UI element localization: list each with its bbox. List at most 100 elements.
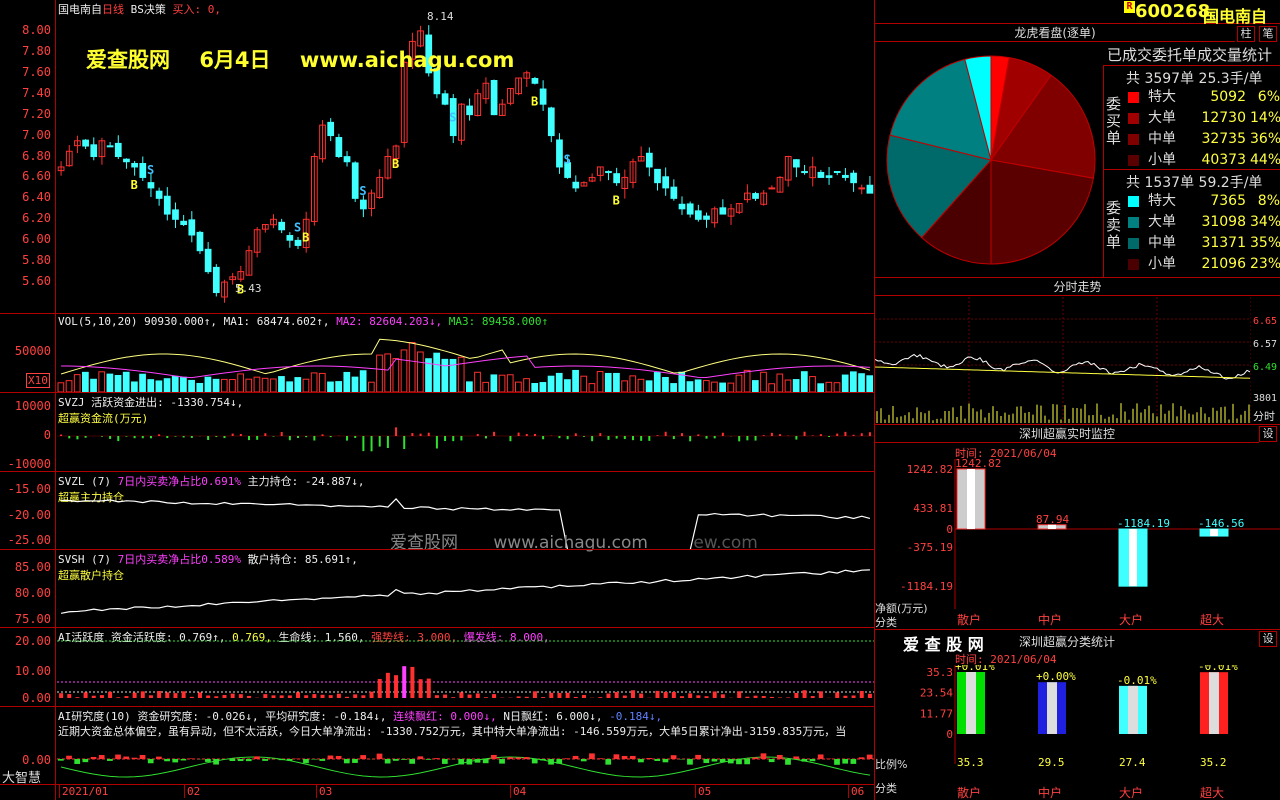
flow-bar xyxy=(297,436,300,438)
volume-bar xyxy=(131,381,138,393)
volume-bar xyxy=(800,371,808,393)
flow-bar xyxy=(574,433,577,436)
monitor-bar-chart[interactable]: 1242.82 433.81 0 -375.19 -1184.19 1242.82 散户 87… xyxy=(875,459,1280,630)
candle-body xyxy=(490,80,498,116)
research-bar xyxy=(817,754,824,759)
candle-body xyxy=(147,182,155,189)
ai-active-chart[interactable] xyxy=(57,628,874,707)
research-bar xyxy=(866,754,873,759)
monitor-settings-button[interactable]: 设 xyxy=(1259,426,1277,442)
activity-bar xyxy=(835,692,840,698)
volume-tick: 50000 xyxy=(14,344,51,358)
research-bar xyxy=(237,759,244,762)
volume-bar xyxy=(188,379,195,393)
watermark-banner: 爱查股网 6月4日 www.aichagu.com xyxy=(86,44,514,74)
flow-bar xyxy=(738,436,741,442)
sell-signal: S xyxy=(147,163,154,177)
classify-bar-chart[interactable]: 35.323.5411.770+0.01%35.3散户+0.00%29.5中户-… xyxy=(875,665,1280,800)
activity-bar xyxy=(91,695,96,698)
candle-body xyxy=(196,231,204,252)
order-pie-chart[interactable] xyxy=(883,52,1099,268)
flow-bar xyxy=(100,436,103,437)
flow-bar xyxy=(264,433,267,436)
svsh-y-axis: 85.00 80.00 75.00 xyxy=(0,550,56,627)
research-bar xyxy=(515,757,522,759)
volume-bar xyxy=(555,372,563,393)
research-bar xyxy=(670,755,677,759)
volume-bar xyxy=(776,373,784,393)
volume-chart[interactable] xyxy=(57,314,874,393)
research-bar xyxy=(74,759,81,764)
research-bar xyxy=(376,753,383,759)
flow-bar xyxy=(166,436,169,439)
price-tick: 7.20 xyxy=(22,106,51,121)
intraday-chart[interactable] xyxy=(875,297,1251,423)
volume-bar xyxy=(621,380,628,393)
flow-bar xyxy=(795,436,798,440)
monitor-category: 大户 xyxy=(1119,612,1143,627)
candle-body xyxy=(825,175,833,178)
research-bar xyxy=(507,757,514,759)
volume-bar xyxy=(637,378,645,393)
candle-body xyxy=(678,203,686,210)
ai-research-panel: 0.00 大智慧 AI研究度(10) 资金研究度: -0.026↓, 平均研究度… xyxy=(0,706,874,786)
research-bar xyxy=(458,759,465,765)
flow-bar xyxy=(746,436,749,441)
research-bar xyxy=(711,759,718,762)
classify-category: 超大 xyxy=(1200,785,1224,800)
order-row: 中单 32735 36% xyxy=(1104,129,1280,150)
research-bar xyxy=(801,759,808,762)
candle-body xyxy=(131,162,138,168)
activity-bar xyxy=(680,696,685,698)
sell-avg: 59.2手/单 xyxy=(1198,175,1263,191)
research-bar xyxy=(850,759,857,764)
monitor-bar-hl xyxy=(1129,529,1137,587)
flow-bar xyxy=(770,432,773,436)
activity-bar xyxy=(246,695,251,698)
research-bar xyxy=(58,759,64,761)
research-bar xyxy=(540,759,546,761)
ma2-line xyxy=(61,355,870,379)
svsh-chart[interactable] xyxy=(57,550,874,628)
activity-bar xyxy=(459,692,464,698)
buy-signal: B xyxy=(613,194,620,208)
volume-bar xyxy=(261,377,269,393)
candle-body xyxy=(188,219,196,236)
volume-bar xyxy=(858,373,865,393)
volume-bar xyxy=(523,378,530,393)
research-bar xyxy=(123,756,130,759)
svzj-y-axis: 10000 0 -10000 xyxy=(0,393,56,471)
flow-bar xyxy=(239,433,242,436)
activity-bar xyxy=(761,696,766,698)
flow-bar xyxy=(362,436,365,452)
candle-body xyxy=(817,171,825,178)
classify-title: 深圳超赢分类统计 xyxy=(1019,635,1116,649)
svzj-chart[interactable] xyxy=(57,393,874,472)
research-bar xyxy=(147,759,154,764)
flow-bar xyxy=(346,436,349,441)
classify-bar-hl xyxy=(966,672,976,734)
candle-body xyxy=(343,156,351,163)
volume-bar xyxy=(531,383,539,393)
buy-signal: B xyxy=(131,178,138,192)
flow-bar xyxy=(215,436,218,437)
classify-xlabel: 分类 xyxy=(875,782,897,795)
flow-bar xyxy=(305,436,308,438)
monitor-panel: 深圳超赢实时监控 设 时间: 2021/06/04 1242.82 433.81 0… xyxy=(874,424,1280,629)
flow-bar xyxy=(762,435,765,436)
activity-bar xyxy=(704,696,709,698)
flow-bar xyxy=(648,436,651,441)
activity-bar xyxy=(573,696,578,698)
ai-research-chart[interactable] xyxy=(57,707,874,785)
candle-body xyxy=(539,88,547,105)
research-bar xyxy=(768,759,775,763)
classify-y-tick: 11.77 xyxy=(920,707,953,720)
flow-bar xyxy=(721,432,724,436)
classify-settings-button[interactable]: 设 xyxy=(1259,631,1277,647)
price-tick: 8.00 xyxy=(22,22,51,37)
flow-bar xyxy=(280,432,283,436)
classify-category: 散户 xyxy=(957,785,981,800)
activity-bar xyxy=(688,693,693,698)
flow-bar xyxy=(84,436,87,438)
monitor-bar-hl xyxy=(967,469,975,529)
